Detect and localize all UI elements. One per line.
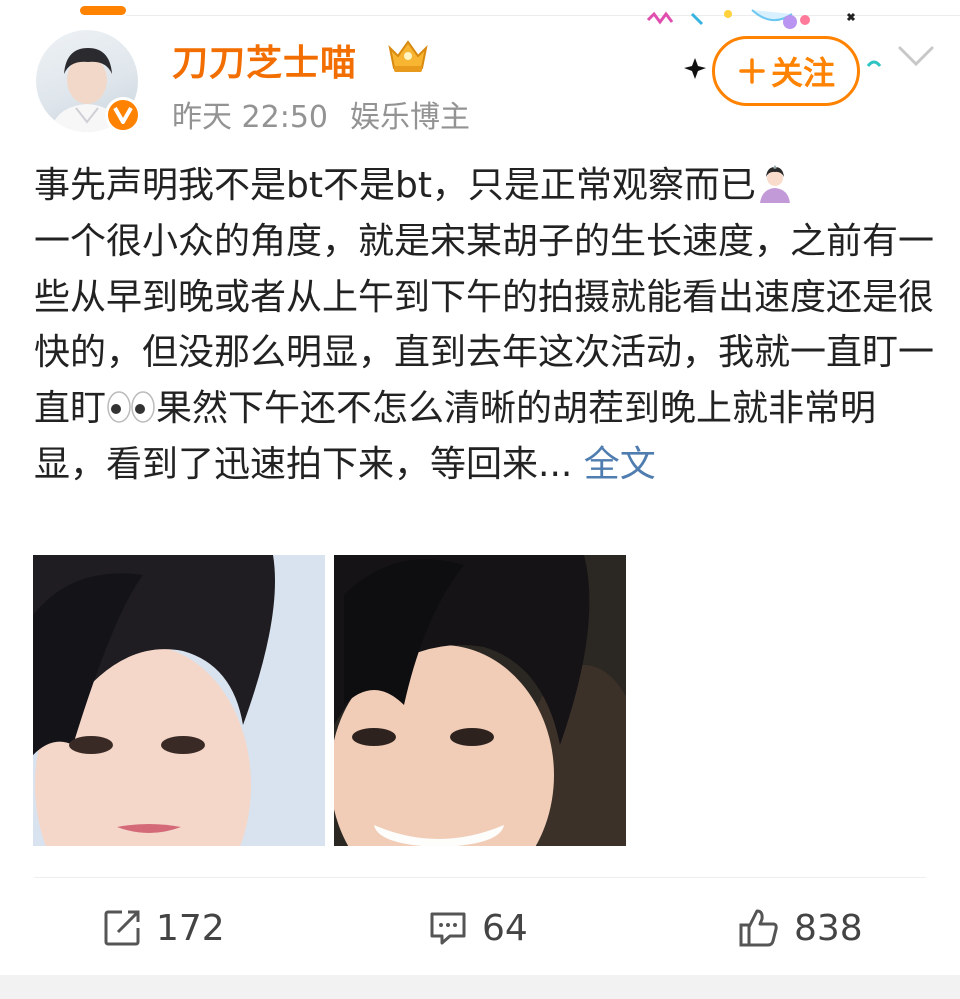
photo-1-portrait [33, 555, 325, 846]
post-text-part-3: 果然下午还不怎么清晰的胡茬到晚上就非常明显，看到了迅速拍下来，等回来... [34, 388, 877, 485]
author-tag: 娱乐博主 [350, 100, 470, 135]
comment-count: 64 [482, 907, 528, 949]
post-body: 事先声明我不是bt不是bt，只是正常观察而已 一个很小众的角度，就是宋某胡子的生… [34, 158, 934, 493]
repost-icon [104, 910, 140, 946]
thumbs-up-icon [739, 909, 778, 947]
follow-label: 关注 [770, 54, 835, 92]
top-accent-bar [80, 6, 126, 15]
post-time: 昨天 22:50 [172, 100, 328, 135]
post-text-part-1: 事先声明我不是bt不是bt，只是正常观察而已 [34, 165, 756, 206]
eyes-emoji [107, 391, 155, 423]
action-bar: 172 64 838 [0, 898, 960, 958]
follow-button[interactable]: 关注 [712, 36, 860, 106]
post-photo-2[interactable] [334, 555, 626, 846]
author-name[interactable]: 刀刀芝士喵 [172, 34, 357, 86]
v-badge-icon [105, 97, 141, 133]
crown-icon [388, 40, 428, 72]
comment-button[interactable]: 64 [428, 898, 528, 958]
chevron-down-icon[interactable] [896, 44, 936, 68]
post-photo-1[interactable] [33, 555, 325, 846]
comment-icon [430, 912, 466, 945]
action-divider [34, 877, 926, 878]
read-more-link[interactable]: 全文 [584, 444, 656, 485]
post-meta: 昨天 22:50 娱乐博主 [172, 92, 470, 136]
plus-icon [739, 58, 765, 84]
repost-count: 172 [156, 907, 225, 949]
like-button[interactable]: 838 [738, 898, 863, 958]
repost-button[interactable]: 172 [102, 898, 225, 958]
woman-raising-hand-emoji [759, 165, 790, 203]
weibo-post-page: 刀刀芝士喵 昨天 22:50 娱乐博主 关注 事先声明我不是bt不是bt，只是正… [0, 0, 960, 999]
bottom-separator [0, 975, 960, 999]
photo-2-portrait [334, 555, 626, 846]
like-count: 838 [794, 907, 863, 949]
